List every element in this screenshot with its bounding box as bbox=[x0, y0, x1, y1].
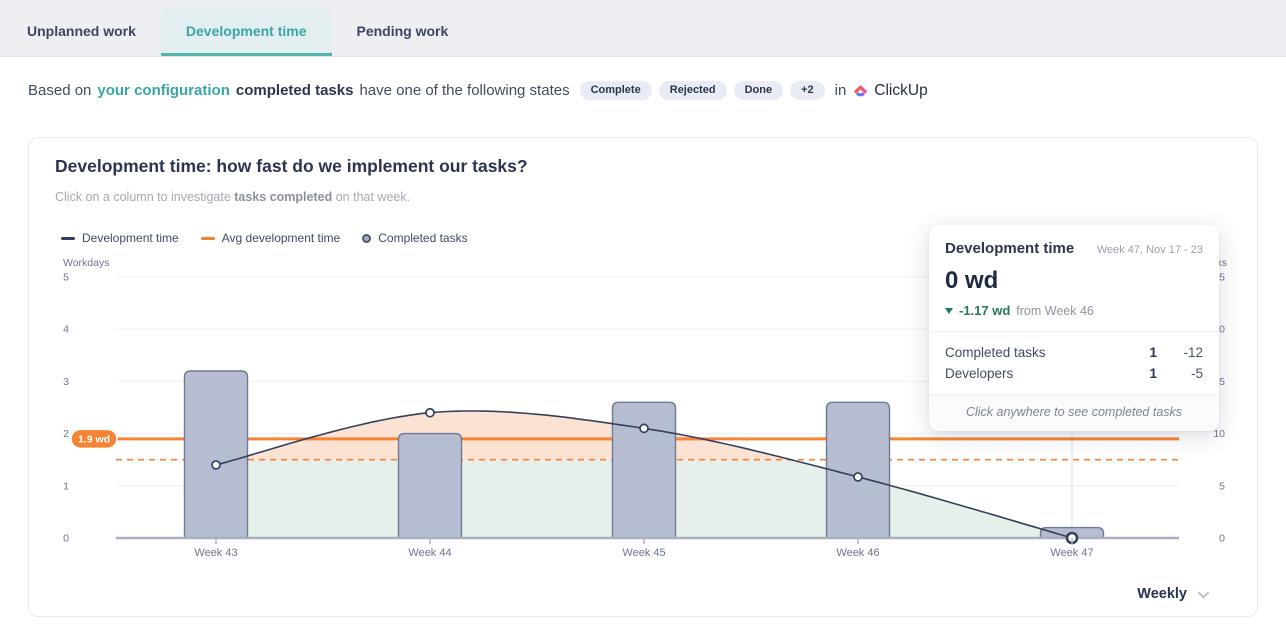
row-delta: -5 bbox=[1157, 366, 1203, 381]
state-badges: Complete Rejected Done +2 bbox=[580, 81, 825, 100]
axis-label: 5 bbox=[1219, 480, 1225, 492]
decrease-icon bbox=[945, 308, 953, 314]
row-label: Developers bbox=[945, 366, 1121, 381]
axis-label: 5 bbox=[63, 272, 69, 284]
banner-bold-text: completed tasks bbox=[236, 82, 354, 99]
data-point-week-45[interactable] bbox=[640, 424, 648, 432]
chevron-down-icon bbox=[1196, 587, 1211, 602]
state-badge: Rejected bbox=[659, 81, 727, 100]
axis-label: 1 bbox=[63, 480, 69, 492]
tooltip-rows: Completed tasks1-12Developers1-5 bbox=[929, 331, 1219, 394]
axis-label: Week 47 bbox=[1050, 547, 1093, 559]
clickup-logo-icon bbox=[852, 82, 869, 99]
data-point-week-44[interactable] bbox=[426, 409, 434, 417]
tab-pending-work[interactable]: Pending work bbox=[332, 8, 474, 56]
tooltip-title: Development time bbox=[945, 240, 1074, 257]
state-badge: +2 bbox=[790, 81, 825, 100]
axis-label: Week 46 bbox=[836, 547, 879, 559]
axis-label: 10 bbox=[1213, 428, 1225, 440]
axis-label: 0 bbox=[63, 533, 69, 545]
tab-unplanned-work[interactable]: Unplanned work bbox=[2, 8, 161, 56]
configuration-link[interactable]: your configuration bbox=[97, 82, 230, 99]
axis-label: Week 45 bbox=[622, 547, 665, 559]
banner-prefix: Based on bbox=[28, 82, 91, 99]
tooltip-footer: Click anywhere to see completed tasks bbox=[929, 394, 1219, 431]
tooltip-change: -1.17 wd bbox=[959, 303, 1010, 318]
axis-label: 4 bbox=[63, 324, 69, 336]
app-name: ClickUp bbox=[874, 82, 927, 100]
state-badge: Complete bbox=[580, 81, 652, 100]
config-banner: Based on your configuration completed ta… bbox=[28, 81, 1286, 100]
tooltip-row-completed-tasks: Completed tasks1-12 bbox=[945, 342, 1203, 363]
tab-development-time[interactable]: Development time bbox=[161, 8, 332, 56]
banner-rest: have one of the following states bbox=[359, 82, 569, 99]
axis-label: Workdays bbox=[63, 257, 110, 269]
axis-label: 2 bbox=[63, 428, 69, 440]
bar-week-43[interactable] bbox=[185, 371, 248, 538]
development-time-card: Development time: how fast do we impleme… bbox=[28, 137, 1258, 617]
axis-label: Week 44 bbox=[408, 547, 451, 559]
tooltip-period: Week 47, Nov 17 - 23 bbox=[1097, 244, 1203, 256]
data-point-week-43[interactable] bbox=[212, 461, 220, 469]
banner-in: in bbox=[835, 82, 847, 99]
axis-label: 1.9 wd bbox=[78, 433, 110, 445]
tooltip-value: 0 wd bbox=[929, 257, 1219, 295]
tooltip-change-row: -1.17 wd from Week 46 bbox=[929, 295, 1219, 331]
chart-tooltip: Development time Week 47, Nov 17 - 23 0 … bbox=[929, 225, 1219, 431]
bar-week-45[interactable] bbox=[613, 402, 676, 538]
row-delta: -12 bbox=[1157, 345, 1203, 360]
row-value: 1 bbox=[1121, 366, 1157, 381]
period-label: Weekly bbox=[1137, 586, 1187, 602]
bar-week-46[interactable] bbox=[827, 402, 890, 538]
axis-label: Week 43 bbox=[194, 547, 237, 559]
bar-week-44[interactable] bbox=[399, 434, 462, 538]
axis-label: 0 bbox=[1219, 533, 1225, 545]
tooltip-change-suffix: from Week 46 bbox=[1016, 304, 1094, 318]
period-selector[interactable]: Weekly bbox=[1137, 586, 1211, 602]
data-point-week-46[interactable] bbox=[854, 473, 862, 481]
state-badge: Done bbox=[734, 81, 784, 100]
clickup-app: ClickUp bbox=[852, 82, 927, 100]
tab-bar: Unplanned workDevelopment timePending wo… bbox=[0, 0, 1286, 57]
axis-label: 3 bbox=[63, 376, 69, 388]
row-value: 1 bbox=[1121, 345, 1157, 360]
tooltip-row-developers: Developers1-5 bbox=[945, 363, 1203, 384]
row-label: Completed tasks bbox=[945, 345, 1121, 360]
